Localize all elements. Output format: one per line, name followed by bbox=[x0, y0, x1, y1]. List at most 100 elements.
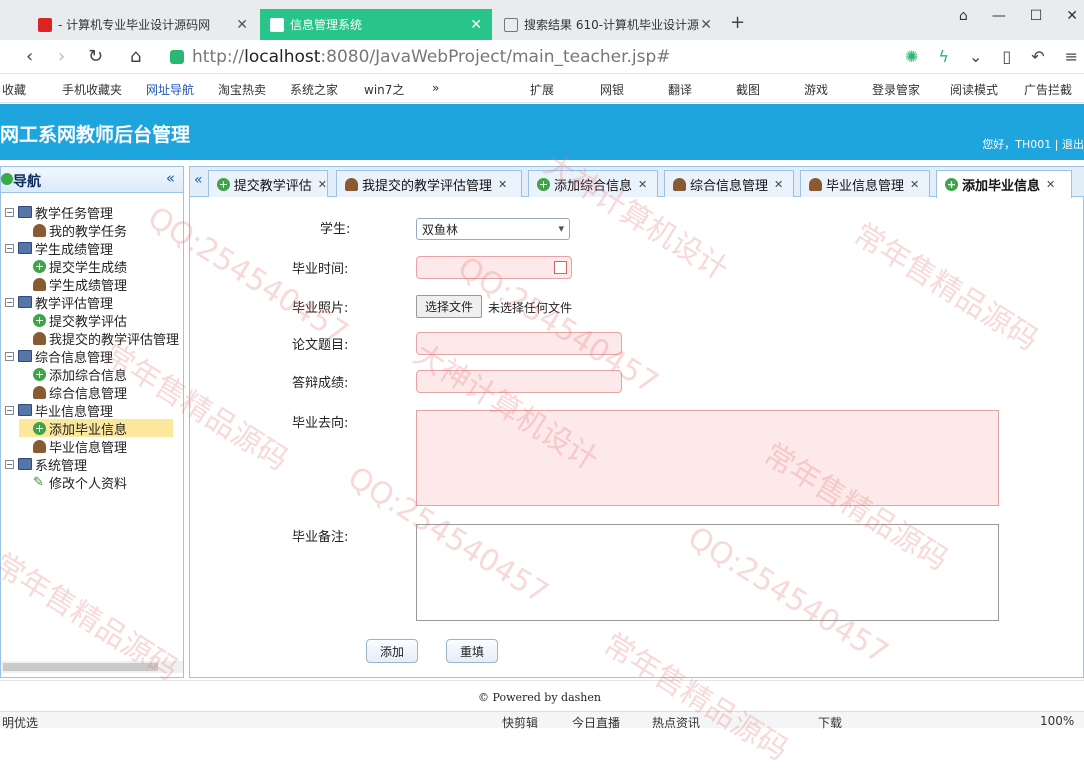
bookmark-win7[interactable]: win7之 bbox=[364, 81, 404, 98]
sidebar-group-scores[interactable]: − 学生成绩管理 bbox=[5, 239, 113, 258]
collapse-toggle-icon[interactable]: − bbox=[5, 243, 14, 253]
sidebar-group-evaluation[interactable]: − 教学评估管理 bbox=[5, 293, 113, 312]
sidebar-group-graduation[interactable]: − 毕业信息管理 bbox=[5, 401, 113, 420]
sidebar-group-general-info[interactable]: − 综合信息管理 bbox=[5, 347, 113, 366]
collapse-toggle-icon[interactable]: − bbox=[5, 351, 14, 361]
choose-file-button[interactable]: 选择文件 bbox=[416, 295, 483, 318]
toolbar-translate[interactable]: 翻译 bbox=[668, 81, 692, 98]
close-icon[interactable]: ✕ bbox=[470, 17, 482, 33]
sidebar-item-add-general-info[interactable]: + 添加综合信息 bbox=[33, 365, 127, 384]
browser-tab-1[interactable]: - 计算机专业毕业设计源码网 ✕ bbox=[28, 9, 258, 40]
toolbar-screenshot[interactable]: 截图 bbox=[736, 81, 760, 98]
back-icon[interactable]: ‹ bbox=[26, 46, 33, 67]
toolbar-games[interactable]: 游戏 bbox=[804, 81, 828, 98]
bookmark-more[interactable]: » bbox=[432, 81, 439, 95]
destination-textarea[interactable] bbox=[416, 410, 999, 506]
url-rest: :8080/JavaWebProject/main_teacher.jsp# bbox=[320, 47, 671, 67]
collapse-toggle-icon[interactable]: − bbox=[5, 405, 14, 415]
add-button[interactable]: 添加 bbox=[366, 639, 418, 663]
sidebar-item-edit-profile[interactable]: ✎ 修改个人资料 bbox=[33, 473, 127, 492]
toolbar-adblock[interactable]: 广告拦截 bbox=[1024, 81, 1072, 98]
shirt-icon[interactable]: ⌂ bbox=[959, 8, 968, 24]
browser-tab-3[interactable]: 搜索结果 610-计算机毕业设计源 ✕ bbox=[494, 9, 722, 40]
tabs-scroll-left-icon[interactable]: « bbox=[194, 172, 203, 188]
collapse-toggle-icon[interactable]: − bbox=[5, 459, 14, 469]
undo-icon[interactable]: ↶ bbox=[1031, 47, 1044, 66]
sidebar-item-my-evaluations[interactable]: 我提交的教学评估管理 bbox=[33, 329, 183, 347]
tab-general-info-management[interactable]: 综合信息管理 ✕ bbox=[664, 170, 794, 197]
sidebar-scrollbar[interactable] bbox=[1, 661, 183, 673]
sidebar-group-system[interactable]: − 系统管理 bbox=[5, 455, 87, 474]
home-icon[interactable]: ⌂ bbox=[130, 46, 141, 67]
sidebar-group-teaching-task[interactable]: − 教学任务管理 bbox=[5, 203, 113, 222]
thesis-title-input[interactable] bbox=[416, 332, 622, 355]
close-icon[interactable]: ✕ bbox=[318, 178, 327, 191]
close-window-icon[interactable]: ✕ bbox=[1066, 8, 1078, 24]
forward-icon[interactable]: › bbox=[58, 46, 65, 67]
chevron-down-icon[interactable]: ⌄ bbox=[969, 47, 982, 66]
close-icon[interactable]: ✕ bbox=[910, 178, 919, 191]
bookmarks-bar: 收藏 手机收藏夹 网址导航 淘宝热卖 系统之家 win7之 » 扩展 网银 翻译… bbox=[0, 75, 1084, 103]
toolbar-extensions[interactable]: 扩展 bbox=[530, 81, 554, 98]
welcome-text[interactable]: 您好，TH001 | 退出 bbox=[982, 136, 1084, 152]
browser-tab-2[interactable]: 信息管理系统 ✕ bbox=[260, 9, 492, 40]
menu-icon[interactable]: ≡ bbox=[1065, 47, 1078, 66]
sidebar-item-submit-scores[interactable]: + 提交学生成绩 bbox=[33, 257, 127, 276]
toolbar-login[interactable]: 登录管家 bbox=[872, 81, 920, 98]
add-icon: + bbox=[33, 421, 46, 435]
toolbar-reading[interactable]: 阅读模式 bbox=[950, 81, 998, 98]
close-icon[interactable]: ✕ bbox=[700, 17, 712, 33]
new-tab-icon[interactable]: + bbox=[730, 12, 745, 33]
collapse-icon[interactable]: « bbox=[166, 169, 175, 187]
status-live[interactable]: 今日直播 bbox=[572, 714, 620, 731]
collapse-toggle-icon[interactable]: − bbox=[5, 207, 14, 217]
bookmark-taobao[interactable]: 淘宝热卖 bbox=[218, 81, 266, 98]
sidebar-item-submit-evaluation[interactable]: + 提交教学评估 bbox=[33, 311, 127, 330]
toolbar-bank[interactable]: 网银 bbox=[600, 81, 624, 98]
close-icon[interactable]: ✕ bbox=[498, 178, 507, 191]
remark-textarea[interactable] bbox=[416, 524, 999, 621]
extension-icon[interactable]: ✺ bbox=[905, 47, 918, 66]
close-icon[interactable]: ✕ bbox=[638, 178, 647, 191]
close-icon[interactable]: ✕ bbox=[774, 178, 783, 191]
defense-score-input[interactable] bbox=[416, 370, 622, 393]
sidebar-item-general-info-management[interactable]: 综合信息管理 bbox=[33, 383, 127, 402]
reset-button[interactable]: 重填 bbox=[446, 639, 498, 663]
bookmark-favorites[interactable]: 收藏 bbox=[2, 81, 26, 98]
status-quick-clip[interactable]: 快剪辑 bbox=[502, 714, 538, 731]
url-input[interactable]: http://localhost:8080/JavaWebProject/mai… bbox=[170, 45, 890, 69]
bookmark-nav[interactable]: 网址导航 bbox=[146, 81, 194, 98]
status-preferred[interactable]: 明优选 bbox=[2, 714, 38, 731]
reload-icon[interactable]: ↻ bbox=[88, 46, 103, 67]
url-host: localhost bbox=[244, 47, 321, 67]
tab-submit-evaluation[interactable]: + 提交教学评估 ✕ bbox=[208, 170, 328, 197]
close-icon[interactable]: ✕ bbox=[1046, 178, 1055, 191]
lightning-icon[interactable]: ϟ bbox=[938, 47, 949, 66]
china-flag-icon bbox=[38, 17, 52, 32]
tab-my-evaluations[interactable]: 我提交的教学评估管理 ✕ bbox=[336, 170, 522, 197]
calendar-icon[interactable] bbox=[554, 261, 567, 274]
bookmark-mobile[interactable]: 手机收藏夹 bbox=[62, 81, 122, 98]
sidebar-item-score-management[interactable]: 学生成绩管理 bbox=[33, 275, 127, 294]
browser-tab-title: 搜索结果 610-计算机毕业设计源 bbox=[524, 18, 700, 32]
phone-icon[interactable]: ▯ bbox=[1002, 47, 1011, 66]
collapse-toggle-icon[interactable]: − bbox=[5, 297, 14, 307]
close-icon[interactable]: ✕ bbox=[236, 17, 248, 33]
status-zoom[interactable]: 100% bbox=[1040, 714, 1074, 728]
tab-add-graduation[interactable]: + 添加毕业信息 ✕ bbox=[936, 170, 1072, 198]
status-news[interactable]: 热点资讯 bbox=[652, 714, 700, 731]
browser-status-bar: 明优选 快剪辑 今日直播 热点资讯 下载 100% bbox=[0, 711, 1084, 731]
maximize-icon[interactable]: ☐ bbox=[1030, 8, 1043, 24]
sidebar-item-my-tasks[interactable]: 我的教学任务 bbox=[33, 221, 127, 240]
bookmark-xitong[interactable]: 系统之家 bbox=[290, 81, 338, 98]
tab-add-general-info[interactable]: + 添加综合信息 ✕ bbox=[528, 170, 658, 197]
graduation-time-input[interactable] bbox=[416, 256, 572, 279]
scrollbar-thumb[interactable] bbox=[3, 663, 158, 671]
sidebar-header: 导航 « bbox=[1, 167, 183, 193]
sidebar-item-add-graduation[interactable]: + 添加毕业信息 bbox=[19, 419, 173, 438]
minimize-icon[interactable]: — bbox=[992, 8, 1006, 24]
status-download[interactable]: 下载 bbox=[818, 714, 842, 731]
tab-graduation-management[interactable]: 毕业信息管理 ✕ bbox=[800, 170, 930, 197]
student-select[interactable]: 双鱼林 ▾ bbox=[416, 218, 570, 240]
sidebar-item-graduation-management[interactable]: 毕业信息管理 bbox=[33, 437, 127, 456]
